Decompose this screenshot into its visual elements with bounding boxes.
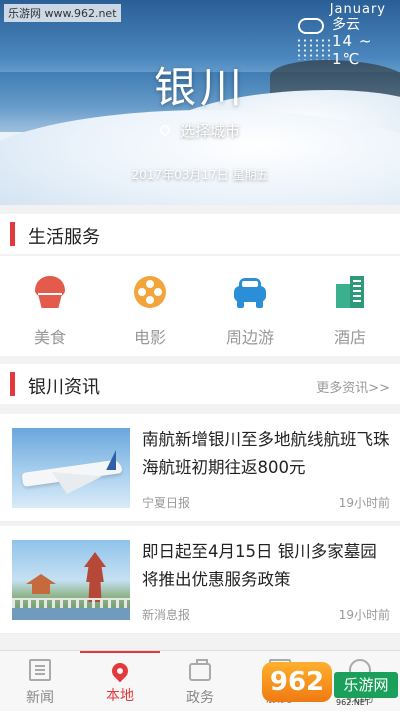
service-food-label: 美食 [33, 328, 66, 347]
cloud-icon [298, 18, 324, 34]
choose-city-label: 选择城市 [179, 122, 240, 140]
location-pin-icon [157, 122, 173, 138]
news-item[interactable]: 即日起至4月15日 银川多家墓园将推出优惠服务政策 新消息报 19小时前 [0, 526, 400, 634]
services-section-header: 生活服务 [0, 214, 400, 254]
section-accent-bar [10, 222, 15, 246]
tab-local[interactable]: 本地 [80, 651, 160, 711]
site-watermark-top: 乐游网 www.962.net [4, 4, 121, 22]
news-source: 宁夏日报 [142, 496, 191, 510]
news-time: 19小时前 [338, 608, 390, 622]
tab-news-label: 新闻 [26, 690, 54, 706]
watermark-logo: 962 [262, 662, 332, 702]
tab-news[interactable]: 新闻 [0, 651, 80, 711]
service-movie-label: 电影 [133, 328, 166, 347]
weather-condition: 多云 [332, 17, 360, 33]
weather-widget[interactable]: January 多云 14 ~ 1℃ [292, 2, 398, 68]
news-title: 银川资讯 [28, 377, 100, 398]
tab-government-label: 政务 [186, 690, 214, 706]
briefcase-icon [189, 659, 211, 681]
current-date: 2017年03月17日 星期五 [131, 168, 269, 182]
city-name: 银川 [153, 63, 246, 112]
news-section-header: 银川资讯 更多资讯>> [0, 364, 400, 404]
watermark-url: 962.NET [336, 698, 370, 707]
cupcake-icon [32, 274, 68, 310]
choose-city-button[interactable]: 选择城市 [0, 120, 400, 141]
tab-government[interactable]: 政务 [160, 651, 240, 711]
news-time: 19小时前 [338, 496, 390, 510]
service-movie[interactable]: 电影 [100, 274, 200, 348]
car-icon [232, 274, 268, 310]
services-grid: 美食 电影 周边游 酒店 [0, 256, 400, 356]
watermark-text: 乐游网 [334, 672, 398, 698]
newspaper-icon [29, 659, 51, 681]
news-headline: 即日起至4月15日 银川多家墓园将推出优惠服务政策 [142, 542, 377, 589]
news-item[interactable]: 南航新增银川至多地航线航班飞珠海航班初期往返800元 宁夏日报 19小时前 [0, 414, 400, 522]
news-thumbnail-park [12, 540, 130, 620]
news-headline: 南航新增银川至多地航线航班飞珠海航班初期往返800元 [142, 430, 390, 477]
film-reel-icon [132, 274, 168, 310]
more-news-link[interactable]: 更多资讯>> [316, 377, 390, 396]
site-watermark-logo: 962 乐游网 962.NET [262, 660, 398, 707]
service-hotel[interactable]: 酒店 [300, 274, 400, 348]
services-title: 生活服务 [28, 227, 100, 248]
service-hotel-label: 酒店 [333, 328, 366, 347]
service-travel[interactable]: 周边游 [200, 274, 300, 348]
service-travel-label: 周边游 [225, 328, 274, 347]
app-screen: 乐游网 www.962.net January 多云 14 ~ 1℃ 银川 选择… [0, 0, 400, 711]
city-hero-banner: 乐游网 www.962.net January 多云 14 ~ 1℃ 银川 选择… [0, 0, 400, 205]
buildings-icon [332, 274, 368, 310]
tab-local-label: 本地 [106, 688, 134, 704]
section-accent-bar [10, 372, 15, 396]
news-source: 新消息报 [142, 608, 191, 622]
news-thumbnail-airplane [12, 428, 130, 508]
service-food[interactable]: 美食 [0, 274, 100, 348]
location-pin-icon [108, 659, 132, 683]
